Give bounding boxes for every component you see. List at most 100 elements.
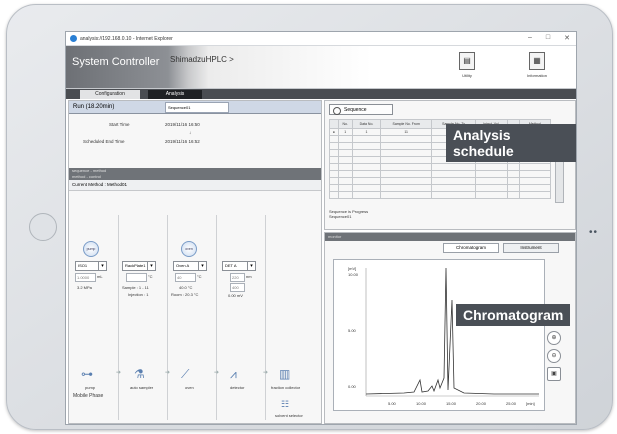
solvent-selector-icon: ☷ — [281, 399, 290, 409]
module-detector: DET A ▾ 220 nm 400 0.00 mV ⩘ detector — [218, 215, 266, 420]
x-tick-2: 10.00 — [416, 401, 427, 406]
sequence-icon — [333, 107, 341, 115]
row-no: 1 — [337, 128, 353, 136]
rack-select[interactable]: RackPlate1 ▾ — [122, 261, 156, 271]
utility-label: Utility — [462, 73, 472, 78]
browser-titlebar: analysis://192.168.0.10 - Internet Explo… — [66, 32, 576, 46]
instrument-breadcrumb[interactable]: ShimadzuHPLC > — [170, 55, 234, 64]
oven-value: Oven A — [176, 263, 190, 268]
tab-configuration[interactable]: Configuration — [80, 90, 140, 99]
y-unit: [mV] — [348, 266, 356, 271]
autosampler-label: auto sampler — [130, 385, 154, 390]
module-autosampler: RackPlate1 ▾ °C Sample : 1 - 11 Injection… — [120, 215, 168, 420]
x-tick-1: 5.00 — [388, 401, 397, 406]
minimize-icon[interactable]: – — [528, 34, 532, 42]
x-tick-4: 20.00 — [476, 401, 487, 406]
chevron-down-icon: ▾ — [98, 262, 106, 270]
pump-mode-value: ISO1 — [78, 263, 88, 268]
utility-icon: ▤ — [459, 52, 475, 70]
injection-count: Injection : 1 — [128, 292, 149, 297]
row-data-no: 1 — [351, 128, 382, 136]
pump-icon: ⊶ — [81, 367, 93, 381]
time-arrow: ↓ — [189, 130, 192, 135]
solvent-selector-label: solvent selector — [275, 413, 303, 418]
chromatogram-plot: [mV] 10.00 5.00 0.00 5.00 10.00 15.00 20… — [333, 259, 545, 411]
wavelength-em-field[interactable]: 400 — [230, 283, 245, 292]
table-row[interactable] — [329, 163, 552, 171]
col-sample-from: Sample No. From — [380, 119, 433, 129]
progress-sequence: Sequence01 — [329, 214, 352, 219]
pump-label: pump — [85, 385, 96, 390]
oven-temp-field[interactable]: 40 — [175, 273, 196, 282]
fraction-collector-icon: ▥ — [279, 367, 291, 381]
end-time-label: Scheduled End Time — [83, 139, 125, 144]
oven-temp-unit: °C — [197, 274, 202, 279]
utility-button[interactable]: ▤ Utility — [446, 50, 488, 84]
information-button[interactable]: ▦ Information — [516, 50, 558, 84]
y-tick-top: 10.00 — [348, 272, 359, 277]
oven-actual-temp: 40.0 °C — [179, 285, 193, 290]
app-title: System Controller — [72, 56, 160, 68]
tab-analysis[interactable]: Analysis — [148, 90, 202, 99]
zoom-in-icon[interactable]: ⊕ — [547, 331, 561, 345]
wavelength-ex-field[interactable]: 220 — [230, 273, 245, 282]
browser-icon — [70, 35, 77, 42]
table-row[interactable] — [329, 184, 552, 192]
rack-value: RackPlate1 — [125, 263, 146, 268]
module-pump: pump ISO1 ▾ 1.0000 mL 3.2 MPa ⊶ pump — [71, 215, 119, 420]
sample-range: Sample : 1 - 11 — [122, 285, 149, 290]
run-status: Run (18.20min) Sequence01 — [69, 101, 321, 114]
table-row[interactable] — [329, 170, 552, 178]
pump-flow-field[interactable]: 1.0000 — [75, 273, 96, 282]
callout-chromatogram: Chromatogram — [456, 304, 571, 326]
row-marker: ● — [329, 128, 339, 136]
module-grid: pump ISO1 ▾ 1.0000 mL 3.2 MPa ⊶ pump ➔ Ra… — [69, 211, 321, 423]
pump-status-icon[interactable]: pump — [83, 241, 99, 257]
chevron-down-icon: ▾ — [147, 262, 155, 270]
sequence-name-field[interactable]: Sequence01 — [165, 102, 229, 113]
oven-select[interactable]: Oven A ▾ — [173, 261, 207, 271]
chromatogram-panel: monitor Chromatogram Instrument [mV] 10.… — [324, 232, 576, 424]
chevron-down-icon: ▾ — [247, 262, 255, 270]
oven-status-icon[interactable]: oven — [181, 241, 197, 257]
browser-title: analysis://192.168.0.10 - Internet Explo… — [80, 35, 173, 42]
callout-analysis-schedule: Analysis schedule — [446, 124, 576, 162]
run-method-panel: Run (18.20min) Sequence01 Start Time 201… — [68, 100, 322, 424]
home-button[interactable] — [29, 213, 57, 241]
vial-icon: ⚗ — [134, 367, 145, 381]
fraction-collector-label: fraction collector — [271, 385, 301, 390]
close-icon[interactable]: ✕ — [564, 34, 570, 42]
autosampler-temp-field[interactable] — [126, 273, 147, 282]
table-row[interactable] — [329, 191, 552, 199]
chromatogram-svg: [mV] 10.00 5.00 0.00 5.00 10.00 15.00 20… — [348, 266, 539, 406]
tablet-frame: •• analysis://192.168.0.10 - Internet Ex… — [6, 4, 613, 430]
run-times: Start Time 2019/11/16 16:50 ↓ Scheduled … — [69, 114, 321, 168]
column-icon: ⟋ — [181, 367, 190, 381]
detector-select[interactable]: DET A ▾ — [222, 261, 256, 271]
sequence-button-label: Sequence — [344, 107, 367, 113]
monitor-header: monitor — [325, 233, 575, 241]
module-fraction-collector: ▥ fraction collector ☷ solvent selector — [267, 215, 314, 420]
row-sample-from: 11 — [380, 128, 433, 136]
zoom-out-icon[interactable]: ⊖ — [547, 349, 561, 363]
detector-icon: ⩘ — [230, 367, 237, 381]
pump-flow-unit: mL — [97, 274, 103, 279]
wavelength-unit: nm — [246, 274, 252, 279]
sequence-button[interactable]: Sequence — [329, 104, 393, 115]
table-row[interactable] — [329, 177, 552, 185]
information-label: Information — [526, 73, 547, 78]
app-header: System Controller ShimadzuHPLC > ▤ Utili… — [66, 46, 576, 89]
tab-instrument[interactable]: Instrument — [503, 243, 559, 253]
pump-mode-select[interactable]: ISO1 ▾ — [75, 261, 107, 271]
snapshot-icon[interactable]: ▣ — [547, 367, 561, 381]
chromatogram-trace — [365, 267, 539, 395]
pump-pressure: 3.2 MPa — [77, 285, 92, 290]
tab-chromatogram[interactable]: Chromatogram — [443, 243, 499, 253]
col-data-no: Data No. — [351, 119, 382, 129]
x-tick-3: 15.00 — [446, 401, 457, 406]
y-tick-bottom: 0.00 — [348, 384, 357, 389]
main-tabs: Configuration Analysis — [66, 89, 576, 99]
current-method: Current Method : Method01 — [69, 180, 321, 191]
maximize-icon[interactable]: □ — [546, 34, 550, 42]
mobile-phase-label: Mobile Phase — [73, 393, 104, 399]
